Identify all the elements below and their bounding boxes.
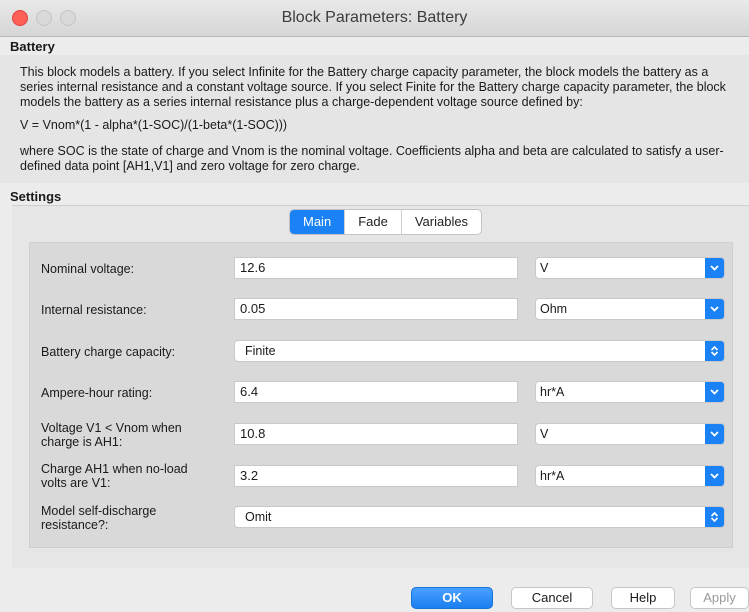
ampere-hour-label: Ampere-hour rating:	[41, 386, 153, 400]
description-paragraph-2: where SOC is the state of charge and Vno…	[20, 144, 724, 173]
cancel-button[interactable]: Cancel	[511, 587, 593, 609]
ampere-hour-unit-value: hr*A	[540, 385, 565, 399]
charge-ah1-label: Charge AH1 when no-load volts are V1:	[41, 462, 188, 490]
voltage-v1-field[interactable]: 10.8	[234, 423, 518, 445]
chevron-down-icon	[705, 299, 724, 319]
charge-capacity-select[interactable]: Finite	[234, 340, 725, 362]
chevron-down-icon	[705, 424, 724, 444]
charge-ah1-field[interactable]: 3.2	[234, 465, 518, 487]
tab-fade[interactable]: Fade	[344, 210, 401, 234]
internal-resistance-field[interactable]: 0.05	[234, 298, 518, 320]
voltage-v1-unit-value: V	[540, 427, 549, 441]
up-down-chevron-icon	[705, 507, 724, 527]
chevron-down-icon	[705, 466, 724, 486]
internal-resistance-unit-value: Ohm	[540, 302, 568, 316]
voltage-v1-label: Voltage V1 < Vnom when charge is AH1:	[41, 421, 182, 449]
nominal-voltage-label: Nominal voltage:	[41, 262, 135, 276]
self-discharge-label: Model self-discharge resistance?:	[41, 504, 156, 532]
internal-resistance-unit-select[interactable]: Ohm	[535, 298, 725, 320]
help-button[interactable]: Help	[611, 587, 675, 609]
ampere-hour-field[interactable]: 6.4	[234, 381, 518, 403]
settings-label: Settings	[10, 189, 62, 204]
charge-ah1-label-line2: volts are V1:	[41, 476, 111, 490]
charge-ah1-unit-value: hr*A	[540, 469, 565, 483]
ok-button[interactable]: OK	[411, 587, 493, 609]
title-bar: Block Parameters: Battery	[0, 0, 749, 37]
self-discharge-label-line2: resistance?:	[41, 518, 109, 532]
chevron-down-icon	[705, 258, 724, 278]
description-panel: This block models a battery. If you sele…	[0, 55, 749, 183]
voltage-v1-unit-select[interactable]: V	[535, 423, 725, 445]
ampere-hour-unit-select[interactable]: hr*A	[535, 381, 725, 403]
nominal-voltage-unit-select[interactable]: V	[535, 257, 725, 279]
self-discharge-value: Omit	[245, 510, 272, 524]
up-down-chevron-icon	[705, 341, 724, 361]
charge-ah1-label-line1: Charge AH1 when no-load	[41, 462, 188, 476]
apply-button[interactable]: Apply	[690, 587, 749, 609]
tab-variables[interactable]: Variables	[400, 210, 481, 234]
voltage-v1-label-line1: Voltage V1 < Vnom when	[41, 421, 182, 435]
tab-main[interactable]: Main	[290, 210, 345, 234]
description-equation: V = Vnom*(1 - alpha*(1-SOC)/(1-beta*(1-S…	[20, 118, 288, 132]
internal-resistance-label: Internal resistance:	[41, 303, 147, 317]
self-discharge-select[interactable]: Omit	[234, 506, 725, 528]
window-title: Block Parameters: Battery	[281, 9, 468, 26]
voltage-v1-label-line2: charge is AH1:	[41, 435, 123, 449]
self-discharge-label-line1: Model self-discharge	[41, 504, 157, 518]
charge-capacity-label: Battery charge capacity:	[41, 345, 176, 359]
nominal-voltage-unit-value: V	[540, 261, 549, 275]
tab-bar: Main Fade Variables	[289, 209, 483, 235]
nominal-voltage-field[interactable]: 12.6	[234, 257, 518, 279]
charge-capacity-value: Finite	[245, 344, 276, 358]
chevron-down-icon	[705, 382, 724, 402]
charge-ah1-unit-select[interactable]: hr*A	[535, 465, 725, 487]
description-paragraph-1: This block models a battery. If you sele…	[20, 65, 726, 109]
block-name-label: Battery	[10, 39, 55, 54]
